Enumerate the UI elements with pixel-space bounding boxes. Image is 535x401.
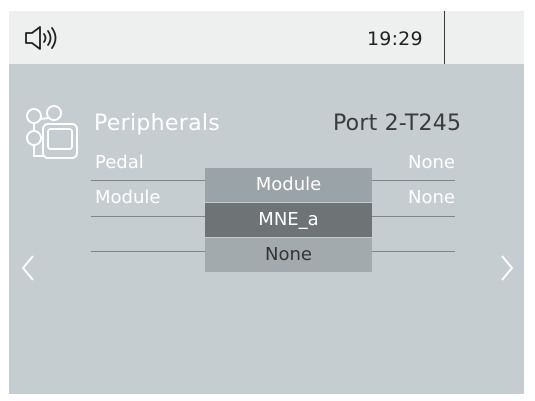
row-divider (91, 251, 205, 252)
chevron-left-icon[interactable] (21, 254, 35, 282)
row-value-pedal[interactable]: None (408, 152, 455, 173)
status-bar-divider (444, 11, 445, 64)
picker-option-none[interactable]: None (205, 238, 372, 272)
row-divider (91, 180, 205, 181)
picker-option-module[interactable]: Module (205, 168, 372, 202)
status-bar: 19:29 (9, 11, 524, 64)
option-picker[interactable]: Module MNE_a None (205, 168, 372, 273)
chevron-right-icon[interactable] (500, 254, 514, 282)
picker-option-selected[interactable]: MNE_a (205, 203, 372, 237)
speaker-volume-icon[interactable] (24, 25, 60, 51)
peripherals-icon (23, 104, 81, 164)
page-title: Peripherals (94, 111, 221, 136)
row-divider (372, 251, 455, 252)
device-screen: 19:29 Peripherals Port 2-T245 Pedal None… (9, 11, 524, 394)
port-label: Port 2-T245 (333, 111, 462, 136)
row-divider (372, 180, 455, 181)
row-label-module[interactable]: Module (95, 187, 160, 208)
row-label-pedal[interactable]: Pedal (95, 152, 144, 173)
row-divider (372, 216, 455, 217)
row-divider (91, 216, 205, 217)
clock-time: 19:29 (367, 28, 423, 50)
row-value-module[interactable]: None (408, 187, 455, 208)
